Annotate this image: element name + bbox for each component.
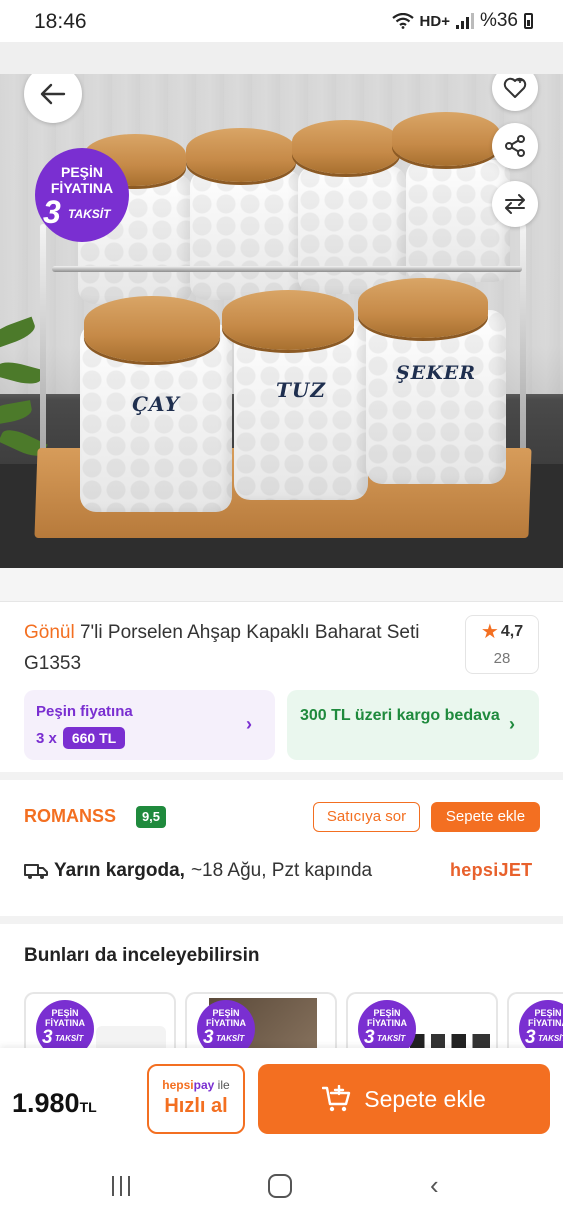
battery-percent: %36 [479, 10, 518, 31]
signal-icon [455, 13, 474, 29]
chevron-right-icon: › [246, 714, 252, 734]
delivery-highlight: Yarın kargoda, [54, 860, 185, 881]
battery-icon [524, 13, 533, 29]
delivery-info: Yarın kargoda, ~18 Ağu, Pzt kapında [24, 860, 372, 882]
chevron-right-icon: › [509, 714, 515, 734]
status-icons: HD+ %36 [391, 10, 533, 32]
product-name: 7'li Porselen Ahşap Kapaklı Baharat Seti… [24, 622, 420, 674]
bamboo-lid [84, 296, 220, 362]
bamboo-lid [186, 128, 296, 182]
divider [0, 772, 563, 780]
rating-row: ★ 4,7 [466, 622, 538, 642]
product-title: Gönül 7'li Porselen Ahşap Kapaklı Bahara… [24, 617, 444, 679]
star-icon: ★ [480, 621, 499, 643]
divider [0, 916, 563, 924]
seller-score-badge: 9,5 [136, 806, 166, 828]
product-price: 1.980TL [12, 1088, 97, 1118]
product-brand[interactable]: Gönül [24, 622, 75, 643]
delivery-date: ~18 Ağu, Pzt kapında [190, 860, 373, 881]
delivery-truck-icon [24, 864, 48, 879]
home-icon[interactable] [268, 1174, 292, 1198]
share-button[interactable] [492, 123, 538, 169]
compare-button[interactable] [492, 181, 538, 227]
network-type: HD+ [419, 12, 450, 30]
compare-arrows-icon [505, 194, 525, 214]
recommendations-title: Bunları da inceleyebilirsin [24, 945, 260, 966]
bamboo-lid [358, 278, 488, 338]
installment-promo[interactable]: Peşin fiyatına 3 x 660 TL › [24, 690, 275, 760]
installment-promo-title: Peşin fiyatına [36, 703, 133, 720]
system-nav-bar: ‹ [0, 1152, 563, 1219]
ask-seller-button[interactable]: Satıcıya sor [313, 802, 420, 832]
installment-badge: PEŞİN FİYATINA 3 TAKSİT [35, 148, 129, 242]
cart-plus-icon [322, 1085, 351, 1112]
add-to-cart-button[interactable]: Sepete ekle [258, 1064, 550, 1134]
add-to-cart-label: Sepete ekle [364, 1085, 486, 1112]
wifi-icon [391, 13, 414, 29]
purchase-bar: 1.980TL hepsipay ile Hızlı al Sepete ekl… [0, 1048, 563, 1152]
review-count: 28 [493, 650, 511, 667]
quick-buy-label: Hızlı al [164, 1095, 228, 1117]
shipping-promo[interactable]: 300 TL üzeri kargo bedava › [287, 690, 539, 760]
plant-decoration [0, 304, 60, 464]
quick-pay-brand: hepsipay ile [162, 1078, 230, 1092]
price-currency: TL [79, 1099, 97, 1115]
header-spacer [0, 42, 563, 74]
bamboo-lid [392, 112, 500, 166]
image-pagination-area [0, 568, 563, 602]
jar-label: TUZ [276, 378, 326, 402]
share-icon [505, 135, 525, 157]
status-bar: 18:46 HD+ %36 [0, 0, 563, 42]
jar-label: ŞEKER [396, 362, 476, 384]
seller-name[interactable]: ROMANSS [24, 806, 116, 827]
arrow-left-icon [40, 83, 66, 105]
spice-jar [406, 160, 510, 282]
rack-rail [70, 266, 522, 272]
quick-buy-button[interactable]: hepsipay ile Hızlı al [147, 1064, 245, 1134]
product-image[interactable]: ÇAY TUZ ŞEKER PEŞİN FİYATINA 3 TAKSİT [0, 74, 563, 568]
bamboo-lid [292, 120, 400, 174]
rating-box[interactable]: ★ 4,7 28 [465, 615, 539, 674]
spice-jar [190, 170, 302, 300]
heart-icon [503, 77, 527, 98]
rating-value: 4,7 [500, 623, 524, 640]
installment-amount: 660 TL [62, 727, 126, 749]
installment-promo-detail: 3 x 660 TL [36, 727, 126, 749]
product-page: 18:46 HD+ %36 ÇAY TUZ ŞEKER PEŞİN FİYATI… [0, 0, 563, 1219]
carrier-logo: hepsiJET [450, 860, 533, 880]
seller-add-to-cart-button[interactable]: Sepete ekle [431, 802, 540, 832]
bamboo-lid [222, 290, 354, 350]
shipping-promo-text: 300 TL üzeri kargo bedava [300, 707, 500, 724]
jar-label: ÇAY [132, 392, 180, 416]
back-nav-icon[interactable]: ‹ [430, 1170, 439, 1201]
status-time: 18:46 [34, 10, 87, 33]
spice-jar [298, 166, 406, 294]
recent-apps-icon[interactable] [112, 1176, 130, 1196]
